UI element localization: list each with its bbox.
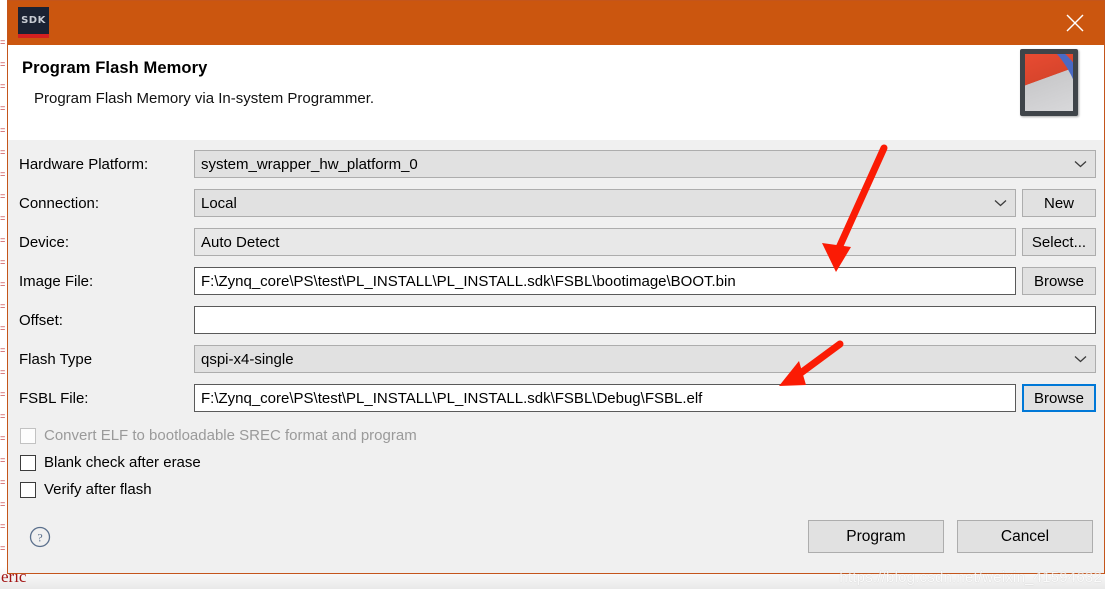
- image-file-input[interactable]: F:\Zynq_core\PS\test\PL_INSTALL\PL_INSTA…: [194, 267, 1016, 295]
- offset-input[interactable]: [194, 306, 1096, 334]
- checkbox-convert-elf-srec-box: [20, 427, 36, 444]
- connection-value: Local: [201, 194, 237, 212]
- checkbox-convert-elf-srec: Convert ELF to bootloadable SREC format …: [20, 422, 1096, 449]
- dialog-footer: ? Program Cancel https://blog.csdn.net/w…: [8, 506, 1104, 586]
- row-connection: Connection: Local New: [16, 188, 1096, 218]
- close-icon: [1066, 14, 1084, 32]
- hardware-platform-combo[interactable]: system_wrapper_hw_platform_0: [194, 150, 1096, 178]
- cancel-button[interactable]: Cancel: [957, 520, 1093, 553]
- label-fsbl-file: FSBL File:: [19, 389, 89, 407]
- footer-button-group: Program Cancel: [808, 520, 1093, 553]
- new-connection-button[interactable]: New: [1022, 189, 1096, 217]
- label-connection: Connection:: [19, 194, 100, 212]
- row-hardware-platform: Hardware Platform: system_wrapper_hw_pla…: [16, 149, 1096, 179]
- row-device: Device: Auto Detect Select...: [16, 227, 1096, 257]
- chevron-down-icon: [1074, 355, 1087, 363]
- label-hardware-platform: Hardware Platform:: [19, 155, 149, 173]
- checkbox-convert-elf-srec-label: Convert ELF to bootloadable SREC format …: [44, 427, 417, 444]
- program-flash-memory-dialog: SDK Program Flash Memory Program Flash M…: [7, 0, 1105, 586]
- form-area: Hardware Platform: system_wrapper_hw_pla…: [8, 140, 1104, 506]
- browse-image-file-button[interactable]: Browse: [1022, 267, 1096, 295]
- fsbl-file-input[interactable]: F:\Zynq_core\PS\test\PL_INSTALL\PL_INSTA…: [194, 384, 1016, 412]
- checkbox-blank-check-after-erase-label: Blank check after erase: [44, 454, 201, 471]
- checkbox-verify-after-flash[interactable]: Verify after flash: [20, 476, 1096, 503]
- sdk-app-icon-label: SDK: [21, 15, 46, 26]
- chevron-down-icon: [994, 199, 1007, 207]
- xilinx-logo-swoosh: [1025, 54, 1073, 111]
- checkbox-verify-after-flash-label: Verify after flash: [44, 481, 152, 498]
- help-icon: ?: [29, 526, 51, 548]
- hardware-platform-value: system_wrapper_hw_platform_0: [201, 155, 418, 173]
- row-flash-type: Flash Type qspi-x4-single: [16, 344, 1096, 374]
- flash-type-combo[interactable]: qspi-x4-single: [194, 345, 1096, 373]
- label-device: Device:: [19, 233, 70, 251]
- flash-type-value: qspi-x4-single: [201, 350, 294, 368]
- row-image-file: Image File: F:\Zynq_core\PS\test\PL_INST…: [16, 266, 1096, 296]
- help-button[interactable]: ?: [28, 525, 52, 549]
- checkbox-blank-check-after-erase[interactable]: Blank check after erase: [20, 449, 1096, 476]
- page-title: Program Flash Memory: [22, 59, 208, 77]
- sdk-app-icon: SDK: [18, 7, 49, 38]
- close-button[interactable]: [1046, 1, 1104, 45]
- xilinx-logo-inner: [1025, 54, 1073, 111]
- row-offset: Offset:: [16, 305, 1096, 335]
- image-file-value: F:\Zynq_core\PS\test\PL_INSTALL\PL_INSTA…: [201, 272, 736, 290]
- checkbox-blank-check-after-erase-box[interactable]: [20, 454, 36, 471]
- label-offset: Offset:: [19, 311, 63, 329]
- label-flash-type: Flash Type: [19, 350, 93, 368]
- checkbox-verify-after-flash-box[interactable]: [20, 481, 36, 498]
- xilinx-logo-icon: [1020, 49, 1078, 116]
- dialog-header: Program Flash Memory Program Flash Memor…: [8, 45, 1104, 140]
- label-image-file: Image File:: [19, 272, 94, 290]
- dialog-titlebar: SDK: [8, 1, 1104, 45]
- device-field[interactable]: Auto Detect: [194, 228, 1016, 256]
- chevron-down-icon: [1074, 160, 1087, 168]
- page-subtitle: Program Flash Memory via In-system Progr…: [34, 90, 375, 107]
- program-button[interactable]: Program: [808, 520, 944, 553]
- select-device-button[interactable]: Select...: [1022, 228, 1096, 256]
- browse-fsbl-file-button[interactable]: Browse: [1022, 384, 1096, 412]
- row-fsbl-file: FSBL File: F:\Zynq_core\PS\test\PL_INSTA…: [16, 383, 1096, 413]
- svg-text:?: ?: [37, 531, 42, 545]
- device-value: Auto Detect: [201, 233, 280, 251]
- fsbl-file-value: F:\Zynq_core\PS\test\PL_INSTALL\PL_INSTA…: [201, 389, 703, 407]
- connection-combo[interactable]: Local: [194, 189, 1016, 217]
